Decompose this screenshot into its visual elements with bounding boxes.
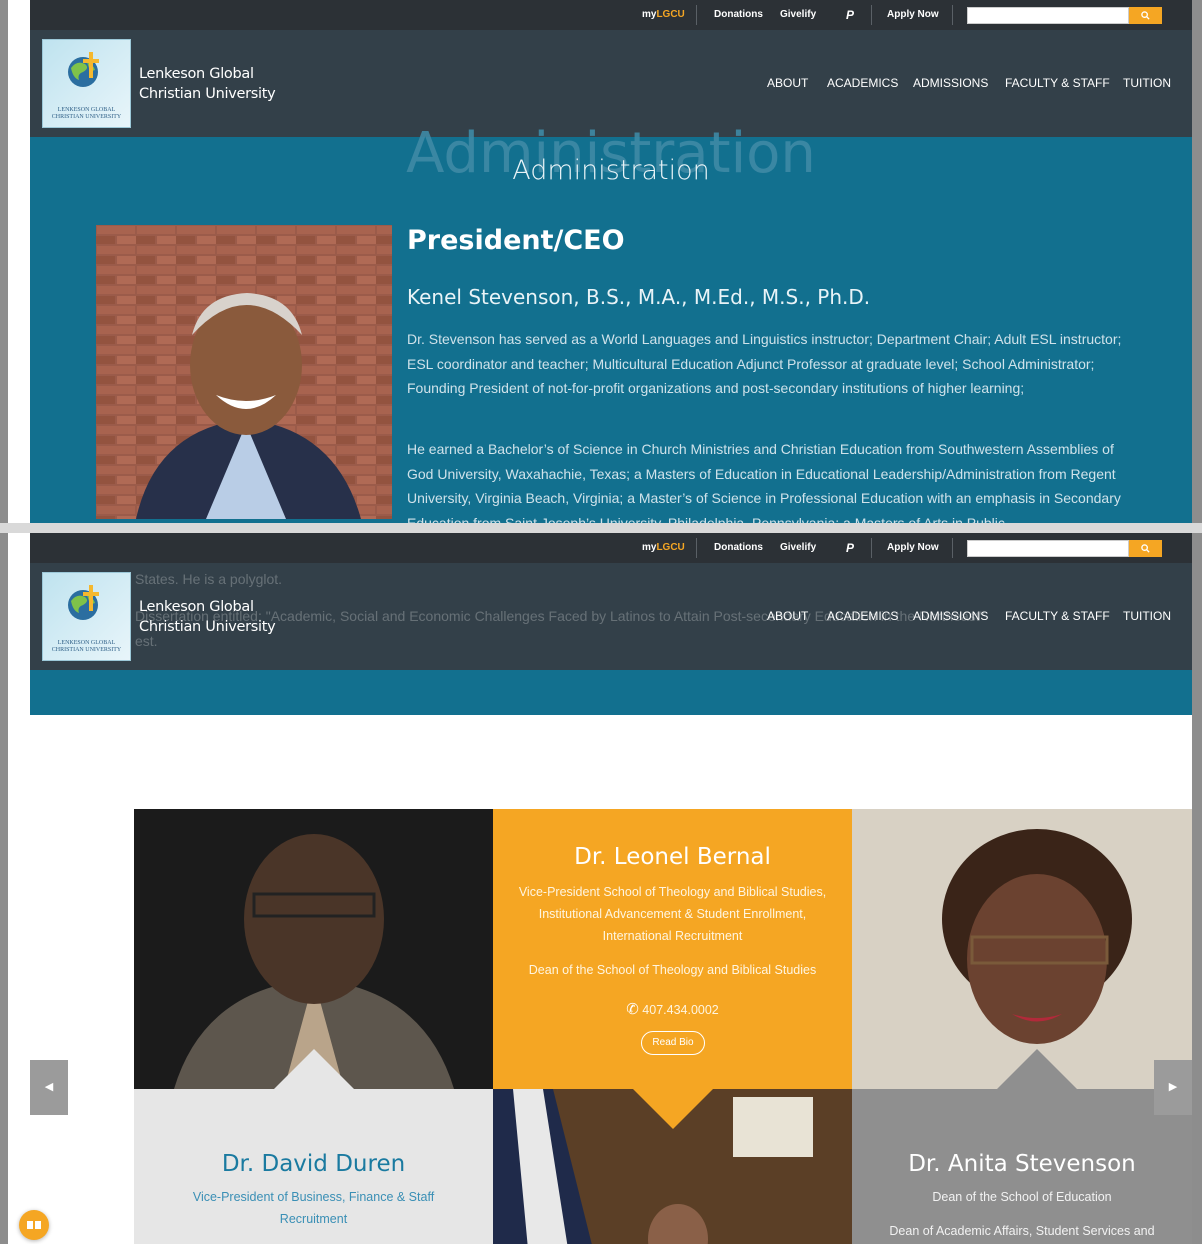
search-button[interactable] <box>1129 7 1162 24</box>
brand-name[interactable]: Lenkeson Global Christian University <box>139 597 276 637</box>
divider <box>696 538 697 558</box>
divider <box>952 5 953 25</box>
president-heading: President/CEO <box>407 225 625 256</box>
globe-cross-icon <box>68 585 99 620</box>
globe-cross-icon <box>68 52 99 87</box>
translate-icon <box>27 1221 41 1229</box>
apply-now-link[interactable]: Apply Now <box>887 0 939 30</box>
bernal-phone: 407.434.0002 <box>642 1003 719 1017</box>
screenshot-bottom: myLGCU Donations Givelify P Apply Now St… <box>0 533 1202 1244</box>
brand-line-1: Lenkeson Global <box>139 66 254 82</box>
nav-tuition[interactable]: TUITION <box>1123 76 1171 90</box>
nav-admissions[interactable]: ADMISSIONS <box>913 609 988 623</box>
utility-bar: myLGCU Donations Givelify P Apply Now <box>30 0 1192 30</box>
page-frame: myLGCU Donations Givelify P Apply Now St… <box>30 533 1192 1244</box>
hero-bottom-strip <box>30 670 1192 715</box>
search-input[interactable] <box>967 540 1129 557</box>
president-name: Kenel Stevenson, B.S., M.A., M.Ed., M.S.… <box>407 285 871 309</box>
president-bio-1: Dr. Stevenson has served as a World Lang… <box>407 331 1122 396</box>
divider <box>696 5 697 25</box>
bernal-name: Dr. Leonel Bernal <box>574 844 771 870</box>
paypal-icon[interactable]: P <box>846 533 854 563</box>
screenshot-top: myLGCU Donations Givelify P Apply Now LE… <box>0 0 1202 523</box>
anita-role-2: Dean of Academic Affairs, Student Servic… <box>889 1224 1155 1238</box>
donations-link[interactable]: Donations <box>714 533 763 563</box>
card-duren: Dr. David Duren Vice-President of Busine… <box>134 1089 493 1244</box>
card-bernal-photo <box>493 1089 852 1244</box>
president-bio-2: He earned a Bachelor’s of Science in Chu… <box>407 441 1121 523</box>
nav-academics[interactable]: ACADEMICS <box>827 76 898 90</box>
logo-caption: LENKESON GLOBAL CHRISTIAN UNIVERSITY <box>51 640 122 653</box>
carousel-prev-button[interactable]: ◀ <box>30 1060 68 1115</box>
nav-faculty-staff[interactable]: FACULTY & STAFF <box>1005 76 1110 90</box>
nav-faculty-staff[interactable]: FACULTY & STAFF <box>1005 609 1110 623</box>
accessibility-button[interactable] <box>19 1210 49 1240</box>
utility-bar: myLGCU Donations Givelify P Apply Now <box>30 533 1192 563</box>
site-header: States. He is a polyglot. Dissertation e… <box>30 563 1192 670</box>
divider <box>952 538 953 558</box>
pointer-up-triangle <box>274 1049 354 1089</box>
divider <box>871 538 872 558</box>
scrolled-bio-text-1: States. He is a polyglot. <box>135 571 283 587</box>
card-duren-photo <box>134 809 493 1089</box>
card-anita: Dr. Anita Stevenson Dean of the School o… <box>852 1089 1192 1244</box>
right-gutter <box>1192 0 1202 523</box>
search-icon <box>1141 544 1150 553</box>
mylgcu-link[interactable]: myLGCU <box>642 533 685 563</box>
left-gutter <box>0 0 8 523</box>
bernal-dean: Dean of the School of Theology and Bibli… <box>528 963 817 977</box>
donations-link[interactable]: Donations <box>714 0 763 30</box>
logo-caption: LENKESON GLOBAL CHRISTIAN UNIVERSITY <box>51 107 122 120</box>
apply-now-link[interactable]: Apply Now <box>887 533 939 563</box>
givelify-link[interactable]: Givelify <box>780 0 816 30</box>
search-button[interactable] <box>1129 540 1162 557</box>
carousel-next-button[interactable]: ▶ <box>1154 1060 1192 1115</box>
anita-role: Dean of the School of Education <box>932 1190 1112 1204</box>
hero-section: Administration Administration President/… <box>30 121 1192 523</box>
nav-admissions[interactable]: ADMISSIONS <box>913 76 988 90</box>
nav-tuition[interactable]: TUITION <box>1123 609 1171 623</box>
caret-left-icon: ◀ <box>44 1081 54 1093</box>
search-input[interactable] <box>967 7 1129 24</box>
paypal-icon[interactable]: P <box>846 0 854 30</box>
caret-right-icon: ▶ <box>1168 1081 1178 1093</box>
university-logo[interactable]: LENKESON GLOBAL CHRISTIAN UNIVERSITY <box>42 572 131 661</box>
nav-about[interactable]: ABOUT <box>767 609 808 623</box>
bernal-role: Vice-President School of Theology and Bi… <box>518 885 827 943</box>
mylgcu-my: my <box>642 542 657 553</box>
mylgcu-lgcu: LGCU <box>656 542 685 553</box>
read-bio-button[interactable]: Read Bio <box>641 1031 705 1055</box>
card-bernal: Dr. Leonel Bernal Vice-President School … <box>493 809 852 1089</box>
phone-icon: ✆ <box>626 1001 639 1018</box>
page-frame: myLGCU Donations Givelify P Apply Now LE… <box>30 0 1192 523</box>
brand-line-2: Christian University <box>139 619 276 635</box>
university-logo[interactable]: LENKESON GLOBAL CHRISTIAN UNIVERSITY <box>42 39 131 128</box>
brand-line-2: Christian University <box>139 86 276 102</box>
pointer-up-triangle <box>997 1049 1077 1089</box>
search-icon <box>1141 11 1150 20</box>
anita-name: Dr. Anita Stevenson <box>908 1151 1136 1177</box>
president-photo <box>96 225 392 519</box>
givelify-link[interactable]: Givelify <box>780 533 816 563</box>
duren-role: Vice-President of Business, Finance & St… <box>192 1190 435 1226</box>
brand-line-1: Lenkeson Global <box>139 599 254 615</box>
brand-name[interactable]: Lenkeson Global Christian University <box>139 64 276 104</box>
mylgcu-link[interactable]: myLGCU <box>642 0 685 30</box>
pointer-down-triangle <box>633 1089 713 1129</box>
divider <box>871 5 872 25</box>
right-gutter <box>1192 533 1202 1244</box>
card-anita-photo <box>852 809 1192 1089</box>
nav-about[interactable]: ABOUT <box>767 76 808 90</box>
mylgcu-lgcu: LGCU <box>656 9 685 20</box>
left-gutter <box>0 533 8 1244</box>
mylgcu-my: my <box>642 9 657 20</box>
nav-academics[interactable]: ACADEMICS <box>827 609 898 623</box>
page-title: Administration <box>512 155 710 186</box>
duren-name: Dr. David Duren <box>221 1151 406 1177</box>
bernal-phone-row[interactable]: ✆ 407.434.0002 <box>513 999 832 1021</box>
